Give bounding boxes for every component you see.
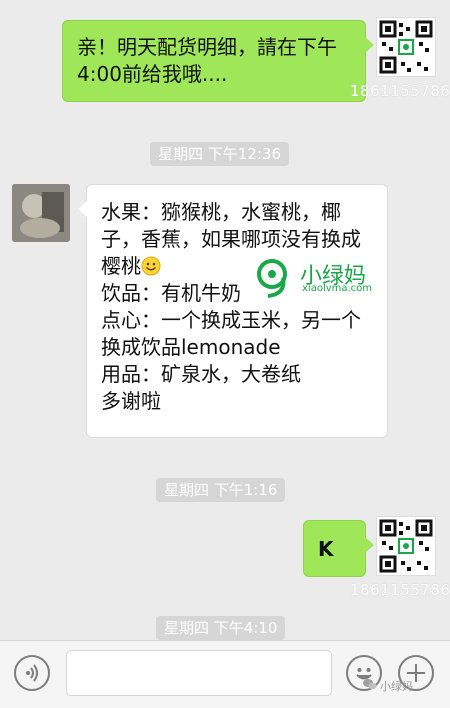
received-message-bubble[interactable]: 水果：猕猴桃，水蜜桃，椰子，香蕉，如果哪项没有换成樱桃 饮品：有机牛奶 点心：一… [78, 184, 388, 438]
sent-message-text: 亲！明天配货明细，請在下午4:00前给我哦.... [77, 35, 337, 86]
smile-emoji-icon [141, 256, 161, 276]
message-input[interactable] [66, 650, 332, 696]
brand-logo-icon [257, 259, 287, 298]
account-watermark: 小绿妈 [380, 680, 413, 693]
chat-area[interactable]: 亲！明天配货明细，請在下午4:00前给我哦.... 18611557867 星期… [0, 0, 450, 652]
sender-qr-avatar[interactable] [376, 516, 436, 576]
received-message-line: 点心：一个换成玉米，另一个换成饮品lemonade [101, 308, 361, 359]
received-message-line: 用品：矿泉水，大卷纸 [101, 362, 301, 386]
voice-icon [26, 664, 38, 682]
qr-code-icon [379, 519, 433, 573]
timestamp: 星期四 下午4:10 [156, 616, 286, 640]
sent-message-bubble[interactable]: 亲！明天配货明细，請在下午4:00前给我哦.... [62, 20, 374, 102]
qr-code-icon [379, 20, 433, 74]
avatar-photo [12, 184, 70, 242]
timestamp: 星期四 下午1:16 [156, 478, 286, 502]
input-bar [0, 640, 450, 708]
brand-url: xiaolvma.com [302, 283, 373, 294]
timestamp: 星期四 下午12:36 [150, 142, 289, 166]
sender-phone-label: 18611557867 [350, 82, 450, 100]
voice-button[interactable] [14, 655, 50, 691]
wechat-icon [363, 679, 377, 690]
received-message-line: 多谢啦 [101, 389, 161, 413]
brand-watermark: 小绿妈 xiaolvma.com [252, 256, 402, 300]
sender-phone-label: 18611557867 [350, 581, 450, 599]
sent-reply-bubble[interactable]: K [303, 520, 374, 577]
sender-qr-avatar[interactable] [376, 17, 436, 77]
contact-avatar[interactable] [12, 184, 70, 242]
sent-reply-text: K [318, 537, 334, 561]
